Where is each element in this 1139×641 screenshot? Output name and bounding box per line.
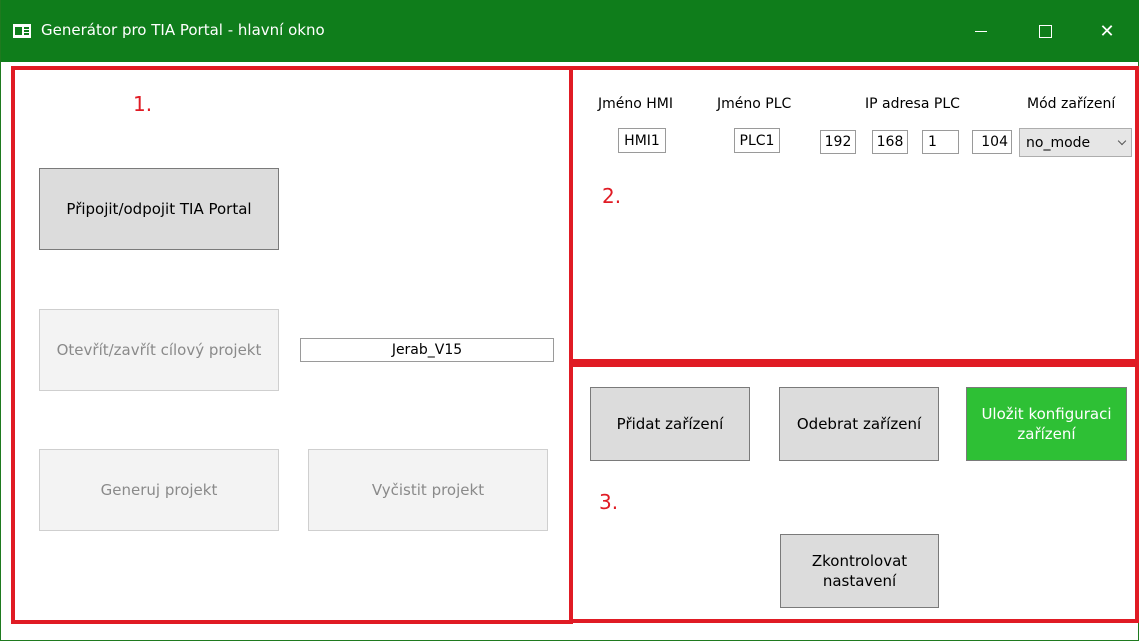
ip-octet-1-input[interactable]: 192 xyxy=(820,130,856,154)
app-icon xyxy=(13,24,31,38)
minimize-icon xyxy=(975,30,987,32)
project-name-field[interactable]: Jerab_V15 xyxy=(300,338,554,362)
generate-project-button[interactable]: Generuj projekt xyxy=(39,449,279,531)
device-mode-value: no_mode xyxy=(1026,134,1091,151)
ip-octet-4-input[interactable]: 104 xyxy=(972,130,1012,154)
header-device-mode: Mód zařízení xyxy=(1027,96,1116,112)
open-project-button[interactable]: Otevřít/zavřít cílový projekt xyxy=(39,309,279,391)
main-window: Generátor pro TIA Portal - hlavní okno ✕… xyxy=(0,0,1139,641)
section-number-3: 3. xyxy=(599,490,619,514)
title-bar[interactable]: Generátor pro TIA Portal - hlavní okno ✕ xyxy=(1,0,1139,62)
save-config-button[interactable]: Uložit konfiguraci zařízení xyxy=(966,387,1127,461)
ip-octet-2-input[interactable]: 168 xyxy=(872,130,908,154)
header-hmi-name: Jméno HMI xyxy=(598,96,674,112)
minimize-button[interactable] xyxy=(953,0,1009,62)
plc-name-input[interactable]: PLC1 xyxy=(734,128,780,153)
check-settings-button[interactable]: Zkontrolovat nastavení xyxy=(780,534,939,608)
header-plc-name: Jméno PLC xyxy=(717,96,792,112)
maximize-button[interactable] xyxy=(1017,0,1073,62)
maximize-icon xyxy=(1038,24,1052,38)
remove-device-button[interactable]: Odebrat zařízení xyxy=(779,387,939,461)
section-number-2: 2. xyxy=(602,184,622,208)
device-mode-select[interactable]: no_mode xyxy=(1019,128,1132,157)
add-device-button[interactable]: Přidat zařízení xyxy=(590,387,750,461)
ip-octet-3-input[interactable]: 1 xyxy=(922,130,959,154)
section-number-1: 1. xyxy=(133,92,153,116)
chevron-down-icon xyxy=(1117,136,1127,146)
close-icon: ✕ xyxy=(1099,20,1115,42)
window-title: Generátor pro TIA Portal - hlavní okno xyxy=(41,21,325,39)
header-plc-ip: IP adresa PLC xyxy=(865,96,960,112)
connect-tia-button[interactable]: Připojit/odpojit TIA Portal xyxy=(39,168,279,250)
close-button[interactable]: ✕ xyxy=(1079,0,1135,62)
hmi-name-input[interactable]: HMI1 xyxy=(618,128,666,153)
clean-project-button[interactable]: Vyčistit projekt xyxy=(308,449,548,531)
